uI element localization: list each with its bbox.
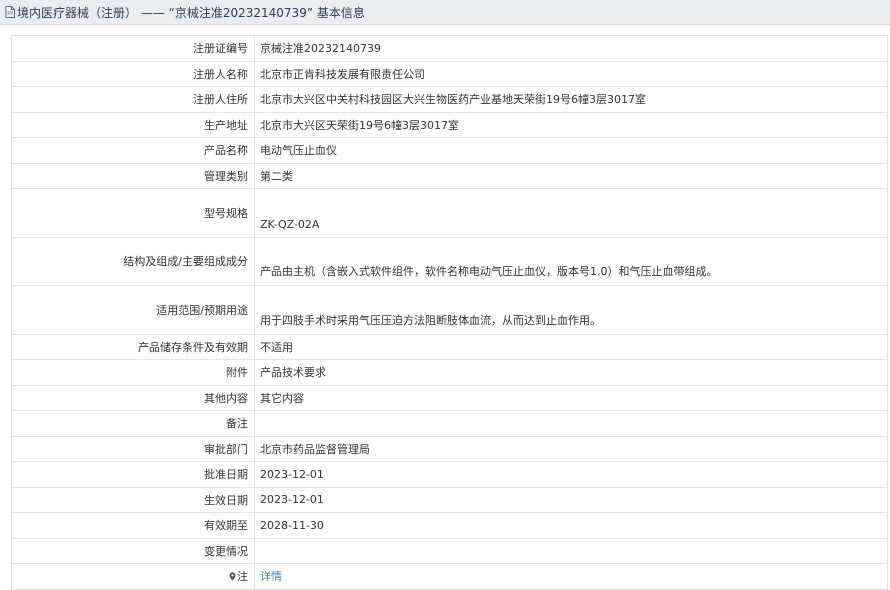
- row-value: 其它内容: [254, 384, 888, 411]
- row-label: 生产地址: [11, 111, 255, 138]
- table-row: 注 详情: [11, 563, 888, 590]
- table-row: 附件 产品技术要求: [11, 359, 888, 386]
- table-row: 其他内容 其它内容: [11, 384, 888, 411]
- row-value: 产品技术要求: [254, 359, 888, 386]
- row-label: 适用范围/预期用途: [11, 285, 255, 335]
- row-label: 型号规格: [11, 188, 255, 238]
- row-value: 不适用: [254, 333, 888, 360]
- page-header: 境内医疗器械（注册） —— “京械注准20232140739” 基本信息: [0, 0, 890, 25]
- row-value: 2028-11-30: [254, 512, 888, 539]
- row-value: 2023-12-01: [254, 486, 888, 513]
- row-label: 产品储存条件及有效期: [11, 333, 255, 360]
- row-label: 产品名称: [11, 137, 255, 164]
- row-value: [254, 537, 888, 564]
- row-value: 用于四肢手术时采用气压压迫方法阻断肢体血流，从而达到止血作用。: [254, 285, 888, 335]
- table-row: 产品储存条件及有效期 不适用: [11, 333, 888, 360]
- row-value: 京械注准20232140739: [254, 35, 888, 62]
- row-label: 结构及组成/主要组成成分: [11, 236, 255, 286]
- table-row: 注册人住所 北京市大兴区中关村科技园区大兴生物医药产业基地天荣街19号6幢3层3…: [11, 86, 888, 113]
- row-label: 附件: [11, 359, 255, 386]
- row-value: 产品由主机（含嵌入式软件组件，软件名称电动气压止血仪，版本号1.0）和气压止血带…: [254, 236, 888, 286]
- table-row: 有效期至 2028-11-30: [11, 512, 888, 539]
- row-label: 变更情况: [11, 537, 255, 564]
- row-label: 审批部门: [11, 435, 255, 462]
- row-label: 其他内容: [11, 384, 255, 411]
- table-row: 生产地址 北京市大兴区天荣街19号6幢3层3017室: [11, 111, 888, 138]
- document-icon: [5, 6, 15, 18]
- row-value: 第二类: [254, 162, 888, 189]
- row-label: 管理类别: [11, 162, 255, 189]
- row-label: 有效期至: [11, 512, 255, 539]
- page-title: 境内医疗器械（注册） —— “京械注准20232140739” 基本信息: [17, 5, 365, 20]
- row-value: ZK-QZ-02A: [254, 188, 888, 238]
- row-value: 电动气压止血仪: [254, 137, 888, 164]
- row-value: 北京市大兴区天荣街19号6幢3层3017室: [254, 111, 888, 138]
- note-label-cell: 注: [11, 563, 255, 590]
- table-row: 注册人名称 北京市正肯科技发展有限责任公司: [11, 60, 888, 87]
- row-label: 批准日期: [11, 461, 255, 488]
- table-row: 备注: [11, 410, 888, 437]
- table-row: 结构及组成/主要组成成分 产品由主机（含嵌入式软件组件，软件名称电动气压止血仪，…: [11, 236, 888, 286]
- table-row: 适用范围/预期用途 用于四肢手术时采用气压压迫方法阻断肢体血流，从而达到止血作用…: [11, 285, 888, 335]
- row-value: [254, 410, 888, 437]
- row-label: 备注: [11, 410, 255, 437]
- table-row: 产品名称 电动气压止血仪: [11, 137, 888, 164]
- table-row: 批准日期 2023-12-01: [11, 461, 888, 488]
- detail-table: 注册证编号 京械注准20232140739 注册人名称 北京市正肯科技发展有限责…: [11, 35, 888, 590]
- table-row: 审批部门 北京市药品监督管理局: [11, 435, 888, 462]
- row-label: 注册人名称: [11, 60, 255, 87]
- row-label: 注册证编号: [11, 35, 255, 62]
- table-row: 型号规格 ZK-QZ-02A: [11, 188, 888, 238]
- row-value: 北京市大兴区中关村科技园区大兴生物医药产业基地天荣街19号6幢3层3017室: [254, 86, 888, 113]
- row-value: 北京市正肯科技发展有限责任公司: [254, 60, 888, 87]
- row-label: 生效日期: [11, 486, 255, 513]
- row-value: 详情: [254, 563, 888, 590]
- table-row: 生效日期 2023-12-01: [11, 486, 888, 513]
- row-value: 北京市药品监督管理局: [254, 435, 888, 462]
- row-value: 2023-12-01: [254, 461, 888, 488]
- row-label: 注册人住所: [11, 86, 255, 113]
- table-row: 管理类别 第二类: [11, 162, 888, 189]
- table-row: 注册证编号 京械注准20232140739: [11, 35, 888, 62]
- table-row: 变更情况: [11, 537, 888, 564]
